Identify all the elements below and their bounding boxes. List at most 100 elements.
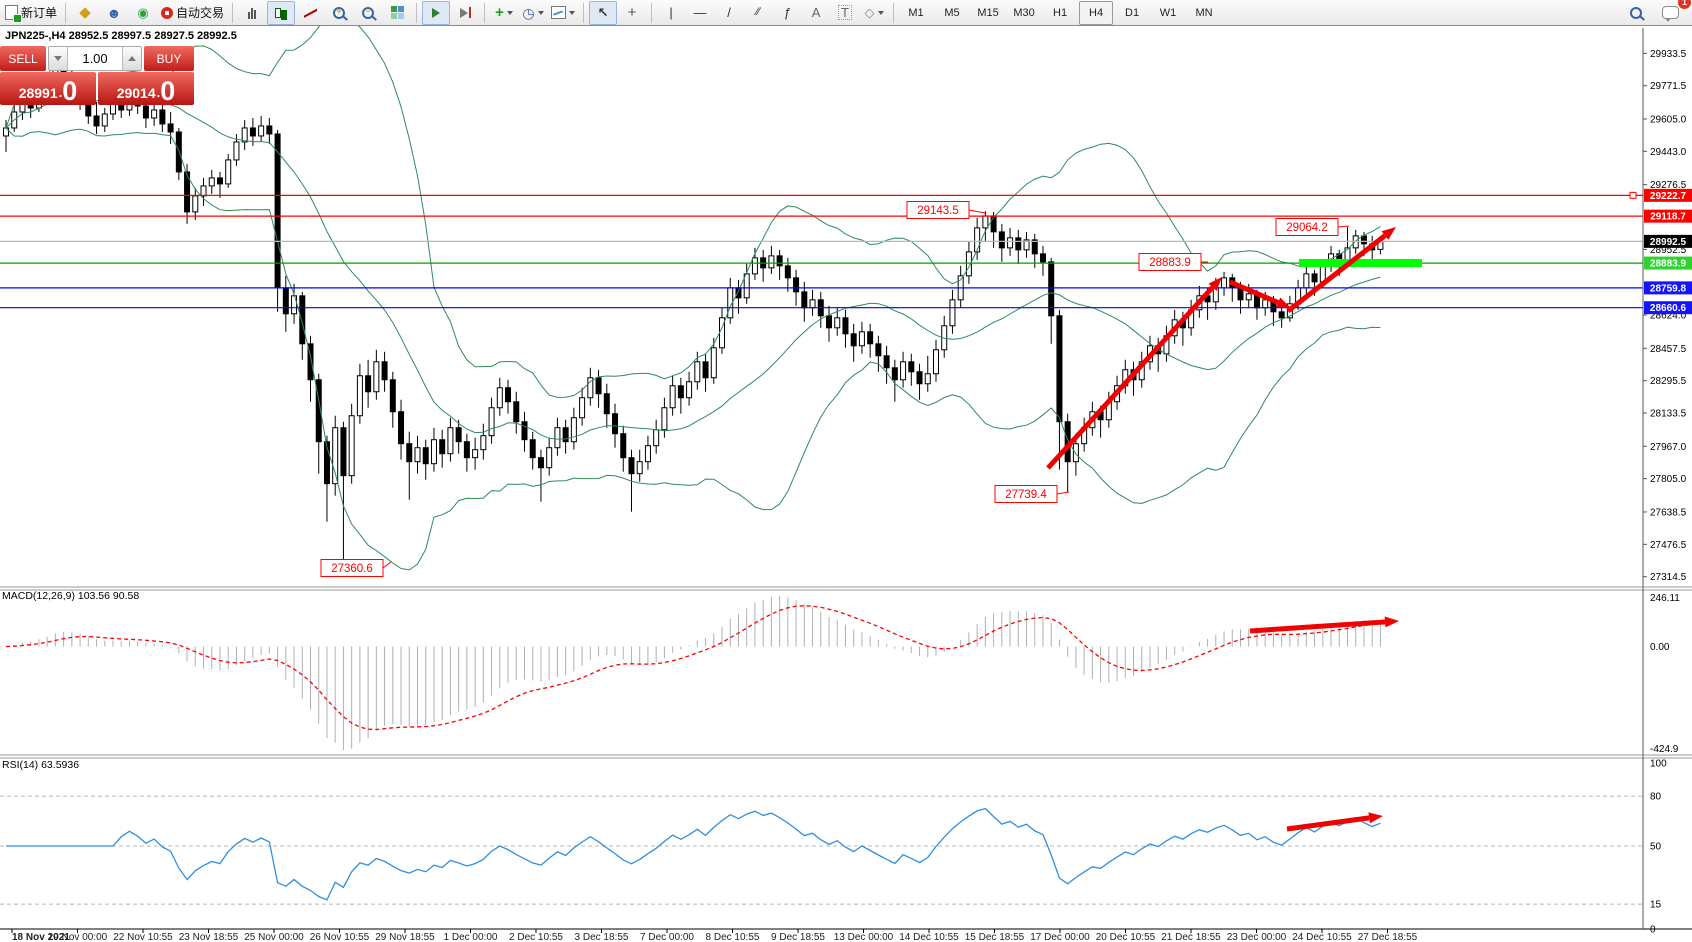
fibonacci-button[interactable]: ƒ [773, 1, 801, 25]
price-tick-label: 28133.5 [1650, 409, 1687, 420]
sell-button[interactable]: SELL [0, 46, 46, 71]
text-label-button[interactable]: T [831, 1, 859, 25]
candle-body [662, 408, 667, 430]
toolbar-separator [232, 3, 233, 23]
price-callout-29064.2[interactable]: 29064.2 [1276, 219, 1349, 236]
candle-body [390, 380, 395, 412]
candle-body [267, 126, 272, 134]
tf-button-M15[interactable]: M15 [971, 1, 1005, 25]
toolbar-separator [893, 3, 894, 23]
zoom-out-button[interactable]: − [354, 1, 382, 25]
candle-body [670, 386, 675, 408]
volume-input[interactable]: 1.00 [68, 47, 122, 70]
toolbar-separator [583, 3, 584, 23]
signals-button[interactable]: ◉ [129, 1, 157, 25]
trendline-icon: / [727, 6, 731, 19]
price-callout-28883.9[interactable]: 28883.9 [1139, 254, 1208, 271]
candle-body [193, 196, 198, 212]
macd-label: MACD(12,26,9) 103.56 90.58 [2, 590, 139, 602]
line-chart-button[interactable] [296, 1, 324, 25]
vertical-line-button[interactable]: | [657, 1, 685, 25]
trend-arrow-shaft[interactable] [1288, 236, 1385, 311]
main-toolbar: 新订单 ◆ ☻ ◉ 自动交易 + − [0, 0, 1692, 26]
candle-body [1057, 316, 1062, 422]
templates-button[interactable] [548, 1, 578, 25]
candle-body [168, 124, 173, 132]
sell-price[interactable]: 28991 . 0 [0, 72, 96, 105]
data-window-button[interactable]: ☻ [100, 1, 128, 25]
candle-body [152, 110, 157, 118]
candle-body [563, 428, 568, 442]
trend-arrow[interactable] [1287, 812, 1383, 829]
candle-body [596, 378, 601, 394]
volume-decrease-button[interactable] [49, 47, 68, 70]
vertical-line-icon: | [669, 6, 672, 19]
search-button[interactable] [1622, 1, 1650, 25]
market-watch-button[interactable]: ◆ [71, 1, 99, 25]
candle-body [851, 334, 856, 346]
new-order-button[interactable]: 新订单 [2, 1, 60, 25]
toolbar-separator [65, 3, 66, 23]
shapes-button[interactable]: ◇ [860, 1, 888, 25]
trendline-button[interactable]: / [715, 1, 743, 25]
periods-button[interactable]: ◷ [519, 1, 547, 25]
price-callout-27739.4[interactable]: 27739.4 [995, 486, 1069, 503]
trend-arrow-shaft[interactable] [1287, 818, 1369, 829]
auto-trading-button[interactable]: 自动交易 [158, 1, 227, 25]
price-callout-27360.6[interactable]: 27360.6 [321, 560, 391, 577]
text-button[interactable]: A [802, 1, 830, 25]
cursor-button[interactable]: ↖ [589, 1, 617, 25]
trend-arrow-shaft[interactable] [1250, 622, 1385, 631]
trend-arrow[interactable] [1048, 277, 1222, 468]
indicators-button[interactable]: + [490, 1, 518, 25]
candle-body [464, 442, 469, 458]
candle-body [802, 292, 807, 308]
tf-button-M5[interactable]: M5 [935, 1, 969, 25]
tf-button-D1[interactable]: D1 [1115, 1, 1149, 25]
candle-body [604, 394, 609, 414]
chevron-down-icon [507, 11, 513, 15]
candle-body [399, 412, 404, 444]
tf-button-M1[interactable]: M1 [899, 1, 933, 25]
tf-button-H4[interactable]: H4 [1079, 1, 1113, 25]
time-axis-label: 23 Nov 18:55 [179, 932, 239, 942]
bar-chart-button[interactable] [238, 1, 266, 25]
crosshair-icon: + [628, 5, 637, 20]
tf-button-MN[interactable]: MN [1187, 1, 1221, 25]
tf-button-W1[interactable]: W1 [1151, 1, 1185, 25]
candle-body [810, 300, 815, 308]
horizontal-line-icon: — [694, 6, 707, 19]
tf-button-H1[interactable]: H1 [1043, 1, 1077, 25]
zoom-out-icon: − [362, 7, 374, 19]
candle-body [1263, 300, 1268, 308]
candle-body [892, 368, 897, 380]
buy-button[interactable]: BUY [144, 46, 194, 71]
trend-arrow[interactable] [1250, 616, 1399, 631]
auto-scroll-button[interactable] [422, 1, 450, 25]
callout-leader-line [1057, 492, 1069, 494]
support-zone-highlight[interactable] [1299, 259, 1422, 267]
trend-arrow-shaft[interactable] [1048, 287, 1213, 468]
price-badge-label: 29118.7 [1650, 212, 1686, 223]
channel-button[interactable]: ∕∕ [744, 1, 772, 25]
bar-chart-icon [248, 6, 256, 19]
tile-windows-button[interactable] [383, 1, 411, 25]
notifications-button[interactable]: 1 [1656, 1, 1684, 25]
trend-arrow-head [1385, 616, 1399, 627]
chart-shift-button[interactable] [451, 1, 479, 25]
chart-canvas[interactable]: 29933.529771.529605.029443.029276.528952… [0, 0, 1692, 942]
search-icon [1630, 7, 1642, 19]
candlestick-chart-button[interactable] [267, 1, 295, 25]
candle-body [613, 414, 618, 434]
crosshair-button[interactable]: + [618, 1, 646, 25]
buy-price[interactable]: 29014 . 0 [98, 72, 194, 105]
candle-body [917, 372, 922, 384]
hline-handle[interactable] [1630, 192, 1636, 198]
zoom-in-button[interactable]: + [325, 1, 353, 25]
horizontal-line-button[interactable]: — [686, 1, 714, 25]
trend-arrow[interactable] [1288, 227, 1396, 311]
tf-button-M30[interactable]: M30 [1007, 1, 1041, 25]
candle-body [884, 356, 889, 368]
volume-increase-button[interactable] [122, 47, 141, 70]
candle-body [1304, 274, 1309, 288]
